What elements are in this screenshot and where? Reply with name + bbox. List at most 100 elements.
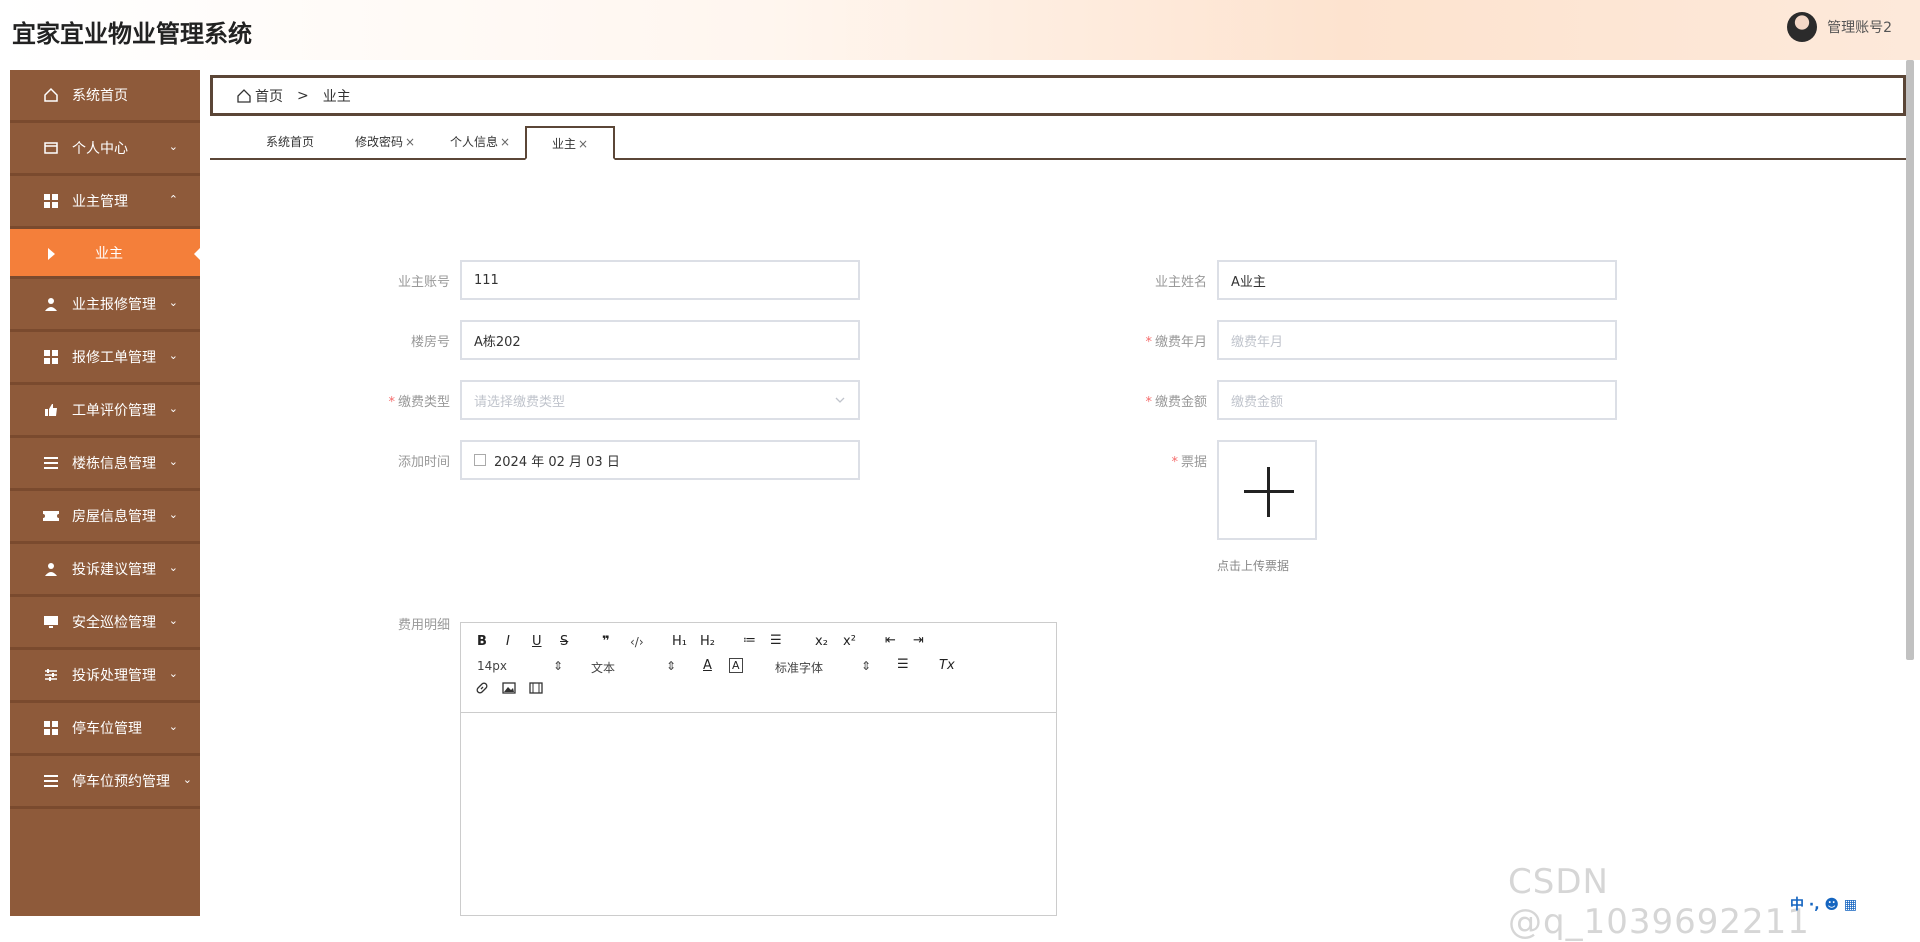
app-title: 宜家宜业物业管理系统: [12, 20, 252, 48]
sidebar-item-label: 投诉处理管理: [72, 668, 156, 684]
chevron-down-icon: ⌄: [168, 720, 178, 733]
background-color-button[interactable]: A: [729, 658, 743, 673]
tab-home[interactable]: 系统首页: [250, 126, 330, 158]
tab-label: 修改密码: [354, 135, 403, 149]
grid-icon: [42, 719, 60, 737]
tab-owner[interactable]: 业主 ×: [525, 126, 615, 160]
close-icon[interactable]: ×: [405, 135, 415, 149]
sidebar-item-label: 业主管理: [72, 194, 128, 210]
sidebar-item-parking[interactable]: 停车位管理 ⌄: [10, 703, 200, 756]
breadcrumb-current: 业主: [322, 88, 351, 105]
text-style-select[interactable]: 文本: [591, 659, 615, 676]
room-no-field[interactable]: A栋202: [460, 320, 860, 360]
sidebar-item-building[interactable]: 楼栋信息管理 ⌄: [10, 438, 200, 491]
sidebar-item-label: 报修工单管理: [72, 350, 156, 366]
sidebar-item-label: 停车位预约管理: [72, 774, 170, 790]
sidebar-item-label: 投诉建议管理: [72, 562, 156, 578]
sidebar-item-work-order[interactable]: 报修工单管理 ⌄: [10, 332, 200, 385]
link-icon[interactable]: [475, 681, 489, 699]
chevron-down-icon: ⌄: [168, 614, 178, 627]
top-header: 宜家宜业物业管理系统 管理账号2: [0, 0, 1920, 60]
sidebar-item-label: 工单评价管理: [72, 403, 156, 419]
bold-button[interactable]: B: [477, 634, 487, 649]
h2-button[interactable]: H₂: [700, 634, 715, 649]
fee-detail-editor[interactable]: B I U S ❞ ‹/› H₁ H₂ ≔ ☰ x₂ x² ⇤ ⇥ 14px ⇕…: [460, 622, 1057, 916]
breadcrumb-home[interactable]: 首页: [255, 86, 283, 106]
add-time-label: 添加时间: [397, 455, 450, 470]
home-icon[interactable]: [237, 88, 251, 103]
updown-icon: ⇕: [553, 659, 564, 673]
tab-label: 系统首页: [265, 135, 314, 149]
tab-change-password[interactable]: 修改密码 ×: [345, 126, 425, 158]
room-no-label: 楼房号: [410, 335, 450, 350]
sidebar-item-label: 安全巡检管理: [72, 615, 156, 631]
active-notch: [194, 248, 200, 260]
font-size-select[interactable]: 14px: [477, 659, 507, 673]
scrollbar[interactable]: [1906, 60, 1914, 660]
close-icon[interactable]: ×: [500, 135, 510, 149]
home-icon: [42, 86, 60, 104]
pay-month-label: * 缴费年月: [1145, 335, 1207, 350]
subscript-button[interactable]: x₂: [815, 634, 828, 649]
chevron-down-icon: ⌄: [168, 140, 178, 153]
image-icon[interactable]: [502, 681, 516, 699]
bullet-list-button[interactable]: ☰: [770, 633, 782, 648]
sidebar-item-evaluation[interactable]: 工单评价管理 ⌄: [10, 385, 200, 438]
pay-amount-label: * 缴费金额: [1145, 395, 1207, 410]
chevron-down-icon: ⌄: [168, 402, 178, 415]
receipt-upload-button[interactable]: [1217, 440, 1317, 540]
indent-button[interactable]: ⇥: [913, 633, 924, 648]
pay-amount-field[interactable]: 缴费金额: [1217, 380, 1617, 420]
sidebar-subitem-label: 业主: [95, 245, 123, 262]
user-name[interactable]: 管理账号2: [1827, 17, 1892, 37]
avatar[interactable]: [1787, 12, 1818, 42]
chevron-down-icon: ⌄: [168, 296, 178, 309]
chevron-down-icon: ⌄: [182, 773, 192, 786]
code-button[interactable]: ‹/›: [630, 635, 644, 649]
sidebar-item-home[interactable]: 系统首页: [10, 70, 200, 123]
font-family-select[interactable]: 标准字体: [775, 659, 823, 676]
list-icon: [42, 454, 60, 472]
sidebar-item-house[interactable]: 房屋信息管理 ⌄: [10, 491, 200, 544]
watermark: CSDN @q_1039692211: [1508, 862, 1810, 942]
sidebar-item-label: 房屋信息管理: [72, 509, 156, 525]
sidebar-item-label: 系统首页: [72, 88, 128, 104]
sidebar-item-inspection[interactable]: 安全巡检管理 ⌄: [10, 597, 200, 650]
upload-tip: 点击上传票据: [1217, 559, 1290, 573]
quote-button[interactable]: ❞: [602, 634, 610, 649]
align-button[interactable]: ☰: [897, 657, 909, 672]
outdent-button[interactable]: ⇤: [885, 633, 896, 648]
sidebar-item-complaint-handling[interactable]: 投诉处理管理 ⌄: [10, 650, 200, 703]
sidebar-subitem-owner[interactable]: 业主: [10, 229, 200, 279]
sidebar-item-owner-management[interactable]: 业主管理 ⌃: [10, 176, 200, 229]
pay-type-select[interactable]: 请选择缴费类型: [460, 380, 860, 420]
ordered-list-button[interactable]: ≔: [743, 633, 756, 648]
close-icon[interactable]: ×: [578, 137, 588, 151]
video-icon[interactable]: [529, 681, 543, 699]
calendar-icon: [474, 454, 486, 466]
superscript-button[interactable]: x²: [843, 634, 856, 649]
chevron-down-icon: [835, 397, 845, 403]
fee-detail-label: 费用明细: [397, 618, 450, 633]
sidebar-item-label: 停车位管理: [72, 721, 142, 737]
user-menu[interactable]: 管理账号2: [1787, 12, 1892, 42]
owner-account-field[interactable]: 111: [460, 260, 860, 300]
font-color-button[interactable]: A: [703, 658, 712, 673]
clear-format-button[interactable]: Tx: [939, 658, 955, 673]
italic-button[interactable]: I: [506, 634, 510, 649]
pay-month-field[interactable]: 缴费年月: [1217, 320, 1617, 360]
strike-button[interactable]: S: [560, 634, 568, 649]
sidebar-item-parking-reservation[interactable]: 停车位预约管理 ⌄: [10, 756, 200, 809]
sidebar-item-profile[interactable]: 个人中心 ⌄: [10, 123, 200, 176]
sidebar-item-complaint[interactable]: 投诉建议管理 ⌄: [10, 544, 200, 597]
tab-label: 个人信息: [449, 135, 498, 149]
h1-button[interactable]: H₁: [672, 634, 687, 649]
chevron-down-icon: ⌄: [168, 508, 178, 521]
owner-name-field[interactable]: A业主: [1217, 260, 1617, 300]
tab-personal-info[interactable]: 个人信息 ×: [440, 126, 520, 158]
add-time-field[interactable]: 2024 年 02 月 03 日: [460, 440, 860, 480]
sidebar-item-repair[interactable]: 业主报修管理 ⌄: [10, 279, 200, 332]
underline-button[interactable]: U: [532, 634, 542, 649]
editor-content-area[interactable]: [461, 713, 1056, 913]
ime-indicator[interactable]: 中 ·, ☻ ▦: [1790, 894, 1857, 914]
